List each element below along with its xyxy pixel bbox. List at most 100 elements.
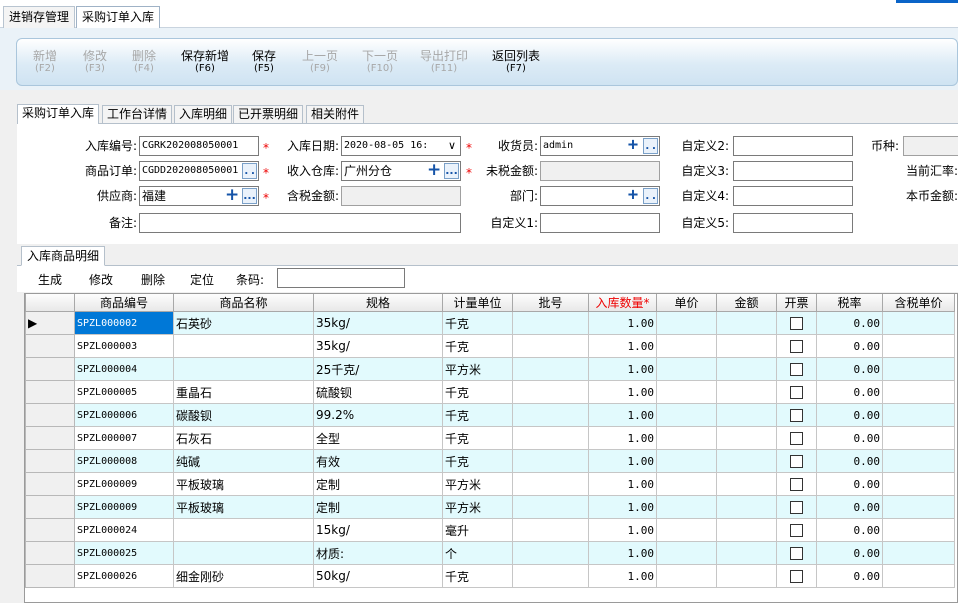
remark-field[interactable]	[139, 213, 461, 233]
cell-invoice[interactable]	[776, 541, 817, 565]
cell-code[interactable]: SPZL000008	[74, 449, 174, 473]
supplier-lookup-button[interactable]: ...	[242, 188, 257, 204]
cell-unit[interactable]: 平方米	[442, 357, 513, 381]
table-row[interactable]: ▶ SPZL000002 石英砂 35kg/千克 1.00 0.00	[25, 311, 955, 335]
cell-spec[interactable]: 有效	[313, 449, 443, 473]
cell-unit-price[interactable]	[656, 311, 717, 335]
row-header[interactable]	[25, 403, 75, 427]
date-field[interactable]: 2020-08-05 16: ∨	[341, 136, 461, 156]
invoice-checkbox[interactable]	[790, 455, 803, 468]
cell-quantity[interactable]: 1.00	[588, 426, 657, 450]
cell-unit-price[interactable]	[656, 334, 717, 358]
tab-invoiced-details[interactable]: 已开票明细	[233, 105, 304, 124]
cell-unit-price[interactable]	[656, 403, 717, 427]
chevron-down-icon[interactable]: ∨	[448, 137, 456, 155]
cell-name[interactable]: 纯碱	[173, 449, 314, 473]
table-row[interactable]: SPZL000004 25千克/平方米 1.00 0.00	[25, 357, 955, 381]
cell-tax-rate[interactable]: 0.00	[816, 449, 883, 473]
cell-unit[interactable]: 千克	[442, 380, 513, 404]
cell-code[interactable]: SPZL000025	[74, 541, 174, 565]
currency-field[interactable]	[903, 136, 958, 156]
cell-amount[interactable]	[716, 403, 777, 427]
inbound-no-field[interactable]: CGRK202008050001	[139, 136, 259, 156]
supplier-field[interactable]: 福建 + ...	[139, 186, 259, 206]
cell-batch[interactable]	[512, 380, 589, 404]
cell-spec[interactable]: 35kg/	[313, 334, 443, 358]
cell-code[interactable]: SPZL000024	[74, 518, 174, 542]
cell-tax-rate[interactable]: 0.00	[816, 311, 883, 335]
return-to-list-button[interactable]: 返回列表 (F7)	[490, 50, 542, 75]
cell-tax-rate[interactable]: 0.00	[816, 334, 883, 358]
cell-tax-rate[interactable]: 0.00	[816, 564, 883, 588]
cell-name[interactable]	[173, 518, 314, 542]
cell-tax-rate[interactable]: 0.00	[816, 518, 883, 542]
grid-delete-button[interactable]: 删除	[141, 271, 165, 288]
invoice-checkbox[interactable]	[790, 524, 803, 537]
cell-unit[interactable]: 千克	[442, 334, 513, 358]
table-row[interactable]: SPZL000025 材质: 个 1.00 0.00	[25, 541, 955, 565]
barcode-input[interactable]	[277, 268, 405, 288]
table-row[interactable]: SPZL000003 35kg/千克 1.00 0.00	[25, 334, 955, 358]
cell-name[interactable]: 碳酸钡	[173, 403, 314, 427]
col-header-unit-price[interactable]: 单价	[656, 294, 717, 312]
cell-unit-price[interactable]	[656, 380, 717, 404]
cell-unit-price[interactable]	[656, 357, 717, 381]
receiver-lookup-button[interactable]: ...	[643, 138, 659, 154]
col-header-tax-unit-price[interactable]: 含税单价	[882, 294, 955, 312]
add-department-icon[interactable]: +	[626, 187, 640, 204]
cell-amount[interactable]	[716, 541, 777, 565]
tab-purchase-order-inbound[interactable]: 采购订单入库	[76, 6, 161, 28]
cell-invoice[interactable]	[776, 426, 817, 450]
cell-spec[interactable]: 35kg/	[313, 311, 443, 335]
row-header[interactable]	[25, 357, 75, 381]
cell-code[interactable]: SPZL000004	[74, 357, 174, 381]
cell-name[interactable]: 石英砂	[173, 311, 314, 335]
cell-batch[interactable]	[512, 403, 589, 427]
cell-invoice[interactable]	[776, 403, 817, 427]
cell-name[interactable]	[173, 357, 314, 381]
col-header-quantity[interactable]: 入库数量*	[588, 294, 657, 312]
custom1-field[interactable]	[540, 213, 660, 233]
tab-attachments[interactable]: 相关附件	[306, 105, 365, 124]
cell-unit[interactable]: 千克	[442, 426, 513, 450]
cell-spec[interactable]: 硫酸钡	[313, 380, 443, 404]
cell-unit[interactable]: 千克	[442, 311, 513, 335]
cell-code[interactable]: SPZL000002	[74, 311, 174, 335]
cell-quantity[interactable]: 1.00	[588, 518, 657, 542]
custom3-field[interactable]	[733, 161, 853, 181]
row-header[interactable]	[25, 541, 75, 565]
cell-tax-rate[interactable]: 0.00	[816, 426, 883, 450]
cell-unit[interactable]: 毫升	[442, 518, 513, 542]
cell-unit[interactable]: 平方米	[442, 472, 513, 496]
tab-purchase-inbound[interactable]: 采购订单入库	[17, 104, 100, 125]
col-header-unit[interactable]: 计量单位	[442, 294, 513, 312]
warehouse-field[interactable]: 广州分仓 + ...	[341, 161, 461, 181]
table-row[interactable]: SPZL000026 细金刚砂 50kg/千克 1.00 0.00	[25, 564, 955, 588]
cell-code[interactable]: SPZL000007	[74, 426, 174, 450]
cell-tax-unit-price[interactable]	[882, 403, 955, 427]
cell-quantity[interactable]: 1.00	[588, 357, 657, 381]
cell-batch[interactable]	[512, 472, 589, 496]
cell-unit-price[interactable]	[656, 564, 717, 588]
add-warehouse-icon[interactable]: +	[427, 162, 441, 179]
cell-batch[interactable]	[512, 311, 589, 335]
row-header[interactable]: ▶	[25, 311, 75, 335]
invoice-checkbox[interactable]	[790, 340, 803, 353]
grid-edit-button[interactable]: 修改	[89, 271, 113, 288]
cell-unit[interactable]: 平方米	[442, 495, 513, 519]
row-header[interactable]	[25, 518, 75, 542]
table-row[interactable]: SPZL000008 纯碱 有效 千克 1.00 0.00	[25, 449, 955, 473]
cell-name[interactable]: 重晶石	[173, 380, 314, 404]
cell-tax-rate[interactable]: 0.00	[816, 403, 883, 427]
col-header-tax-rate[interactable]: 税率	[816, 294, 883, 312]
cell-quantity[interactable]: 1.00	[588, 334, 657, 358]
prev-page-button[interactable]: 上一页 (F9)	[300, 50, 340, 75]
cell-tax-unit-price[interactable]	[882, 449, 955, 473]
cell-spec[interactable]: 99.2%	[313, 403, 443, 427]
cell-unit[interactable]: 个	[442, 541, 513, 565]
cell-code[interactable]: SPZL000003	[74, 334, 174, 358]
cell-tax-unit-price[interactable]	[882, 495, 955, 519]
cell-amount[interactable]	[716, 426, 777, 450]
cell-code[interactable]: SPZL000009	[74, 472, 174, 496]
invoice-checkbox[interactable]	[790, 570, 803, 583]
